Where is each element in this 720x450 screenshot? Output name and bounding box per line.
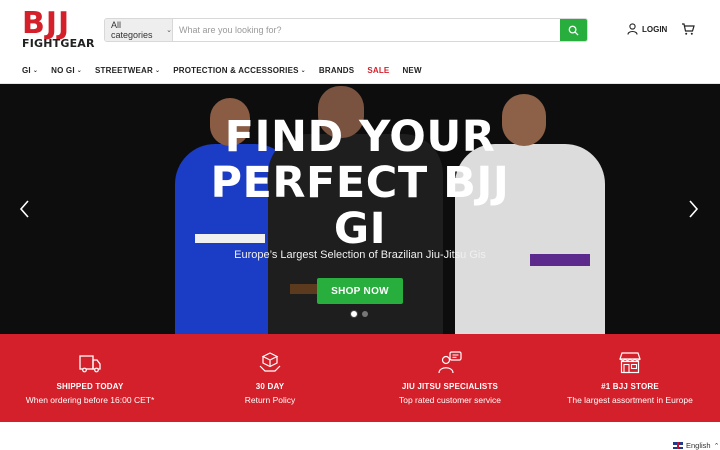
brand-logo[interactable]: BJJ FIGHTGEAR — [22, 6, 95, 50]
category-select[interactable]: All categories ⌄ — [105, 19, 173, 41]
logo-bottom-text: FIGHTGEAR — [22, 37, 95, 50]
feature-text: Top rated customer service — [398, 395, 502, 405]
feature-return-policy: 30 DAY Return Policy — [180, 334, 360, 422]
nav-item-brands[interactable]: BRANDS — [319, 64, 354, 76]
feature-shipped-today: SHIPPED TODAY When ordering before 16:00… — [0, 334, 180, 422]
language-selector[interactable]: English ⌃ — [673, 441, 719, 450]
nav-item-label: NEW — [402, 65, 422, 75]
chevron-down-icon: ⌄ — [300, 67, 306, 74]
feature-text: Return Policy — [244, 395, 296, 405]
search-input[interactable] — [173, 19, 560, 41]
user-icon — [627, 23, 638, 35]
feature-bjj-store: #1 BJJ STORE The largest assortment in E… — [540, 334, 720, 422]
search-icon — [568, 25, 579, 36]
category-select-label: All categories — [111, 20, 153, 40]
slide-dot-active[interactable] — [351, 311, 357, 317]
nav-item-sale[interactable]: SALE — [367, 64, 389, 76]
nav-item-protection-accessories[interactable]: PROTECTION & ACCESSORIES ⌄ — [173, 64, 306, 76]
nav-item-no-gi[interactable]: NO GI ⌄ — [51, 64, 82, 76]
hero-subtitle: Europe’s Largest Selection of Brazilian … — [234, 249, 486, 261]
store-icon — [619, 352, 641, 374]
slide-indicator — [351, 311, 368, 317]
feature-text: The largest assortment in Europe — [567, 395, 693, 405]
chevron-down-icon: ⌄ — [76, 67, 82, 74]
nav-item-label: SALE — [367, 65, 390, 75]
nav-item-label: PROTECTION & ACCESSORIES — [173, 65, 299, 75]
nav-item-new[interactable]: NEW — [402, 64, 421, 76]
chevron-right-icon — [689, 200, 699, 218]
box-hand-icon — [259, 352, 281, 372]
hero-title: FIND YOUR PERFECT BJJ GI — [210, 112, 510, 254]
site-header: BJJ FIGHTGEAR All categories ⌄ LOGIN — [0, 0, 720, 60]
chevron-down-icon: ⌄ — [166, 27, 172, 34]
login-label: LOGIN — [642, 24, 668, 34]
chevron-down-icon: ⌄ — [32, 67, 39, 74]
truck-icon — [79, 355, 101, 373]
chevron-left-icon — [19, 200, 29, 218]
login-link[interactable]: LOGIN — [627, 23, 667, 35]
prev-slide-button[interactable] — [18, 198, 32, 220]
search-bar: All categories ⌄ — [104, 18, 588, 42]
feature-title: 30 DAY — [255, 382, 285, 391]
cart-icon — [682, 23, 695, 35]
feature-title: #1 BJJ STORE — [601, 382, 659, 391]
feature-text: When ordering before 16:00 CET* — [25, 395, 155, 405]
shop-now-button[interactable]: SHOP NOW — [317, 278, 403, 304]
feature-specialists: JIU JITSU SPECIALISTS Top rated customer… — [360, 334, 540, 422]
hero-banner[interactable]: FIND YOUR PERFECT BJJ GI Europe’s Larges… — [0, 84, 720, 334]
nav-item-label: NO GI — [51, 65, 75, 75]
nav-item-label: BRANDS — [318, 65, 355, 75]
features-strip: SHIPPED TODAY When ordering before 16:00… — [0, 334, 720, 422]
search-button[interactable] — [560, 19, 587, 41]
nav-item-streetwear[interactable]: STREETWEAR ⌄ — [95, 64, 160, 76]
next-slide-button[interactable] — [686, 198, 700, 220]
slide-dot[interactable] — [362, 311, 368, 317]
specialist-icon — [438, 351, 462, 374]
feature-title: SHIPPED TODAY — [56, 382, 124, 391]
nav-item-label: GI — [22, 65, 31, 75]
main-nav: GI ⌄ NO GI ⌄ STREETWEAR ⌄ PROTECTION & ACCE… — [22, 64, 435, 76]
nav-item-label: STREETWEAR — [95, 65, 153, 75]
logo-top-text: BJJ — [22, 6, 71, 41]
uk-flag-icon — [673, 442, 683, 449]
chevron-up-icon: ⌃ — [713, 442, 720, 450]
cart-button[interactable] — [681, 22, 695, 41]
nav-item-gi[interactable]: GI ⌄ — [22, 64, 38, 76]
feature-title: JIU JITSU SPECIALISTS — [401, 382, 499, 391]
language-label: English — [686, 441, 711, 450]
chevron-down-icon: ⌄ — [155, 67, 161, 74]
